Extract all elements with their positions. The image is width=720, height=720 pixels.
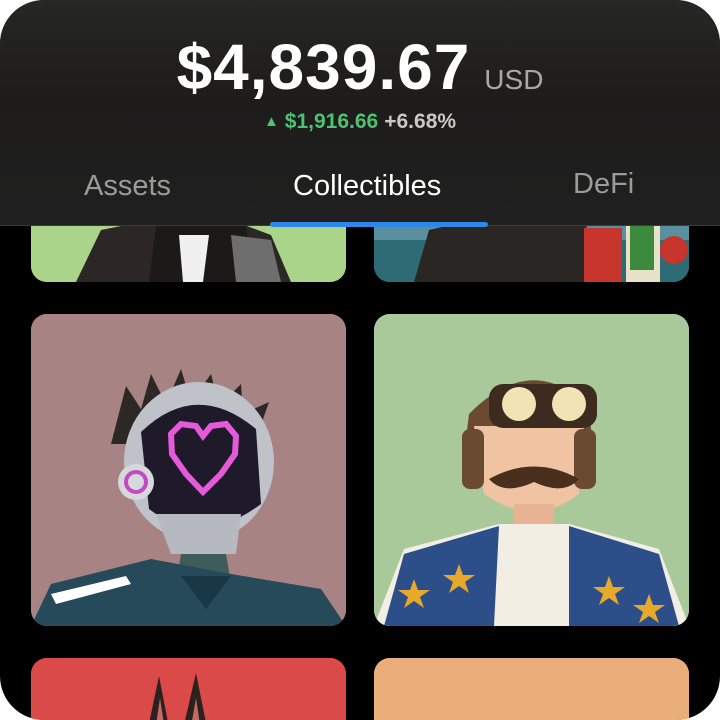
collectible-image bbox=[374, 314, 689, 626]
total-balance: $4,839.67 bbox=[176, 31, 471, 103]
tab-defi[interactable]: DeFi bbox=[573, 168, 634, 201]
collectible-card[interactable] bbox=[31, 658, 346, 720]
collectible-image bbox=[31, 658, 346, 720]
tab-assets[interactable]: Assets bbox=[84, 170, 171, 203]
balance-row: $4,839.67 USD bbox=[0, 30, 720, 104]
currency-label: USD bbox=[484, 64, 544, 95]
balance-change: ▲ $1,916.66 +6.68% bbox=[0, 110, 720, 134]
collectible-card[interactable] bbox=[374, 314, 689, 626]
triangle-up-icon: ▲ bbox=[263, 113, 279, 130]
collectible-image bbox=[374, 658, 689, 720]
phone-screen: $4,839.67 USD ▲ $1,916.66 +6.68% Assets Col… bbox=[0, 0, 720, 720]
active-tab-indicator bbox=[270, 222, 488, 227]
collectible-card[interactable] bbox=[374, 658, 689, 720]
change-percent: +6.68% bbox=[384, 110, 457, 133]
collectible-image bbox=[31, 314, 346, 626]
tab-collectibles[interactable]: Collectibles bbox=[293, 170, 441, 203]
collectible-card[interactable] bbox=[31, 314, 346, 626]
portfolio-header: $4,839.67 USD ▲ $1,916.66 +6.68% Assets Col… bbox=[0, 0, 720, 227]
change-amount: $1,916.66 bbox=[284, 110, 379, 133]
